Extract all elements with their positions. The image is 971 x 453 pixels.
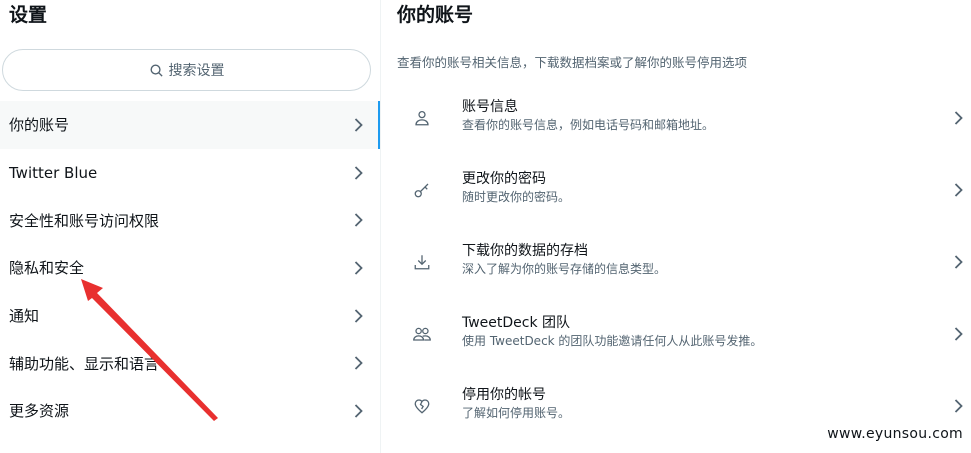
search-input[interactable]: 搜索设置 — [2, 49, 371, 91]
menu-item-label: 通知 — [9, 307, 40, 326]
chevron-right-icon — [954, 183, 963, 197]
row-title: 停用你的帐号 — [462, 387, 546, 403]
row-title: 下载你的数据的存档 — [462, 243, 588, 259]
download-archive-row[interactable]: 下载你的数据的存档 深入了解为你的账号存储的信息类型。 — [381, 226, 971, 298]
menu-item-your-account[interactable]: 你的账号 — [0, 101, 380, 149]
chevron-right-icon — [954, 399, 963, 413]
tweetdeck-teams-row[interactable]: TweetDeck 团队 使用 TweetDeck 的团队功能邀请任何人从此账号… — [381, 298, 971, 370]
menu-item-privacy[interactable]: 隐私和安全 — [0, 244, 380, 292]
account-title: 你的账号 — [397, 4, 474, 26]
row-description: 了解如何停用账号。 — [462, 406, 571, 420]
row-title: 更改你的密码 — [462, 171, 546, 187]
people-icon — [411, 323, 433, 345]
person-icon — [411, 107, 433, 129]
change-password-row[interactable]: 更改你的密码 随时更改你的密码。 — [381, 154, 971, 226]
chevron-right-icon — [354, 308, 363, 323]
settings-panel: 设置 搜索设置 你的账号 Twitter Blue 安全性和账号访问权限 隐私和… — [0, 0, 380, 453]
row-description: 查看你的账号信息，例如电话号码和邮箱地址。 — [462, 118, 715, 132]
download-icon — [411, 251, 433, 273]
chevron-right-icon — [954, 327, 963, 341]
account-panel: 你的账号 查看你的账号相关信息，下载数据档案或了解你的账号停用选项 账号信息 查… — [381, 0, 971, 453]
row-description: 随时更改你的密码。 — [462, 190, 571, 204]
row-description: 深入了解为你的账号存储的信息类型。 — [462, 262, 667, 276]
watermark: www.eyunsou.com — [827, 426, 963, 442]
account-description: 查看你的账号相关信息，下载数据档案或了解你的账号停用选项 — [397, 55, 748, 70]
row-title: 账号信息 — [462, 99, 518, 115]
search-icon — [150, 64, 163, 77]
chevron-right-icon — [954, 111, 963, 125]
menu-item-label: 辅助功能、显示和语言 — [9, 354, 160, 373]
menu-item-label: 你的账号 — [9, 116, 70, 135]
menu-item-twitter-blue[interactable]: Twitter Blue — [0, 149, 380, 197]
row-description: 使用 TweetDeck 的团队功能邀请任何人从此账号发推。 — [462, 334, 763, 348]
menu-item-notifications[interactable]: 通知 — [0, 292, 380, 340]
chevron-right-icon — [354, 165, 363, 180]
search-placeholder: 搜索设置 — [168, 63, 225, 79]
settings-menu: 你的账号 Twitter Blue 安全性和账号访问权限 隐私和安全 通知 辅助… — [0, 101, 380, 435]
chevron-right-icon — [354, 213, 363, 227]
account-info-row[interactable]: 账号信息 查看你的账号信息，例如电话号码和邮箱地址。 — [381, 82, 971, 154]
menu-item-label: Twitter Blue — [9, 163, 98, 182]
chevron-right-icon — [354, 356, 363, 370]
menu-item-label: 隐私和安全 — [9, 259, 85, 278]
menu-item-security[interactable]: 安全性和账号访问权限 — [0, 196, 380, 244]
menu-item-label: 安全性和账号访问权限 — [9, 211, 160, 230]
chevron-right-icon — [354, 118, 363, 132]
chevron-right-icon — [354, 404, 363, 418]
chevron-right-icon — [354, 261, 363, 275]
menu-item-label: 更多资源 — [9, 402, 70, 421]
key-icon — [411, 179, 433, 201]
menu-item-resources[interactable]: 更多资源 — [0, 387, 380, 435]
account-options: 账号信息 查看你的账号信息，例如电话号码和邮箱地址。 更改你的密码 随时更改你的… — [381, 82, 971, 442]
settings-title: 设置 — [9, 4, 48, 26]
broken-heart-icon — [411, 395, 433, 417]
chevron-right-icon — [954, 255, 963, 269]
menu-item-accessibility[interactable]: 辅助功能、显示和语言 — [0, 339, 380, 387]
row-title: TweetDeck 团队 — [462, 315, 571, 331]
